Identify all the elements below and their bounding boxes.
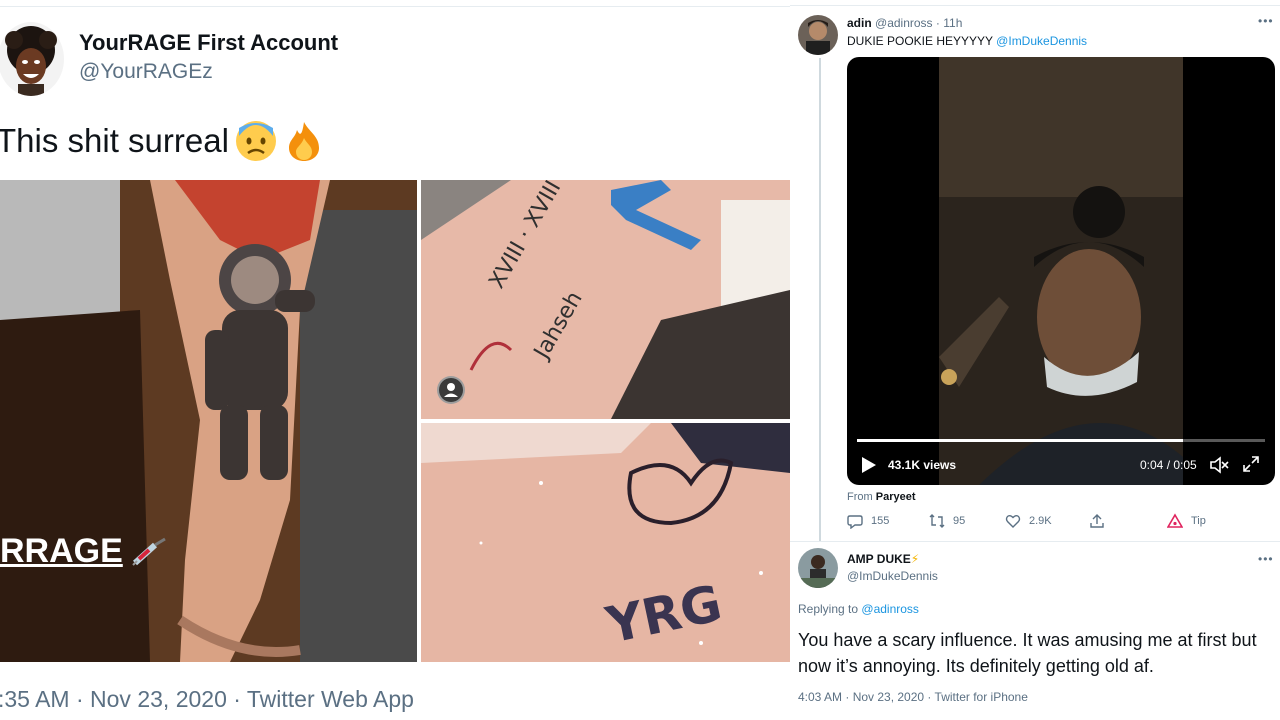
- reply-icon: [847, 515, 863, 529]
- video-player[interactable]: 43.1K views 0:04 / 0:05: [847, 57, 1275, 485]
- roman-numeral-tattoo-photo[interactable]: XVIII · XVIII Jahseh: [421, 180, 790, 419]
- retweet-count: 95: [953, 515, 966, 527]
- adin-header: adin @adinross · 11h: [847, 16, 962, 30]
- tip-button[interactable]: Tip: [1167, 513, 1206, 529]
- adin-text: DUKIE POOKIE HEYYYYY: [847, 34, 993, 48]
- reply-button[interactable]: 155: [847, 513, 889, 529]
- video-progress-bar[interactable]: [857, 439, 1265, 442]
- replying-to-link[interactable]: @adinross: [861, 602, 919, 616]
- video-progress-fill: [857, 439, 1184, 442]
- tweet-text-content: This shit surreal: [0, 122, 229, 159]
- reply-count: 155: [871, 515, 890, 527]
- play-icon[interactable]: [861, 456, 877, 474]
- video-source: From Paryeet: [847, 491, 916, 503]
- share-icon: [1090, 514, 1104, 528]
- overlay-text: RRAGE: [0, 532, 123, 570]
- volume-muted-icon[interactable]: [1209, 455, 1229, 475]
- video-time: 0:04 / 0:05: [1140, 458, 1197, 472]
- tweet-text: This shit surreal: [0, 120, 325, 162]
- like-button[interactable]: 2.9K: [1005, 513, 1052, 529]
- yrg-heart-tattoo-photo[interactable]: YRG: [421, 423, 790, 662]
- yourrage-avatar[interactable]: [0, 22, 64, 96]
- tip-icon: [1167, 513, 1183, 528]
- from-source-link[interactable]: Paryeet: [876, 491, 916, 503]
- tweet-divider: [790, 541, 1280, 542]
- left-tweet-screenshot: YourRAGE First Account @YourRAGEz This s…: [0, 0, 790, 720]
- amp-duke-name[interactable]: AMP DUKE: [847, 552, 911, 566]
- astronaut-tattoo-photo[interactable]: [0, 180, 417, 662]
- more-options-icon[interactable]: •••: [1258, 14, 1274, 28]
- fire-emoji-icon: [283, 120, 325, 162]
- amp-duke-handle[interactable]: @ImDukeDennis: [847, 569, 938, 583]
- heart-icon: [1005, 515, 1021, 528]
- tip-label: Tip: [1191, 515, 1206, 527]
- top-divider: [0, 6, 790, 7]
- thread-connector-line: [819, 58, 821, 542]
- lightning-emoji-icon: ⚡: [910, 552, 920, 566]
- more-options-icon[interactable]: •••: [1258, 552, 1274, 566]
- handle[interactable]: @YourRAGEz: [79, 60, 213, 84]
- video-view-count: 43.1K views: [888, 458, 957, 472]
- retweet-button[interactable]: 95: [929, 513, 965, 529]
- like-count: 2.9K: [1029, 515, 1052, 527]
- top-divider: [790, 5, 1280, 6]
- replying-to: Replying to @adinross: [798, 602, 919, 616]
- adin-avatar[interactable]: [798, 15, 838, 55]
- media-gutter: [421, 419, 790, 423]
- media-overlay-caption: RRAGE: [0, 532, 169, 571]
- share-button[interactable]: [1089, 513, 1105, 529]
- fullscreen-icon[interactable]: [1242, 455, 1260, 473]
- amp-duke-avatar[interactable]: [798, 548, 838, 588]
- retweet-icon: [929, 514, 945, 528]
- adin-tweet-text: DUKIE POOKIE HEYYYYY @ImDukeDennis: [847, 34, 1087, 48]
- video-frame: [939, 57, 1183, 485]
- person-icon[interactable]: [437, 376, 465, 404]
- mention-link[interactable]: @ImDukeDennis: [996, 34, 1087, 48]
- right-thread-screenshot: adin @adinross · 11h ••• DUKIE POOKIE HE…: [790, 0, 1280, 720]
- replying-prefix: Replying to: [798, 602, 859, 616]
- display-name[interactable]: YourRAGE First Account: [79, 30, 338, 56]
- from-label: From: [847, 491, 873, 503]
- anxious-face-emoji-icon: [235, 120, 277, 162]
- adin-time[interactable]: · 11h: [936, 16, 962, 30]
- tweet-media-grid: XVIII · XVIII Jahseh YRG RRAGE: [0, 180, 790, 662]
- amp-duke-name-row: AMP DUKE⚡: [847, 552, 919, 566]
- amp-duke-timestamp[interactable]: 4:03 AM · Nov 23, 2020 · Twitter for iPh…: [798, 690, 1028, 704]
- tweet-timestamp[interactable]: :35 AM · Nov 23, 2020 · Twitter Web App: [0, 686, 414, 713]
- adin-name[interactable]: adin: [847, 16, 872, 30]
- amp-duke-tweet-text: You have a scary influence. It was amusi…: [798, 630, 1257, 676]
- syringe-icon: [132, 537, 166, 566]
- adin-handle[interactable]: @adinross: [875, 16, 933, 30]
- tweet-action-bar: 155 95 2.9K Tip: [847, 513, 1247, 531]
